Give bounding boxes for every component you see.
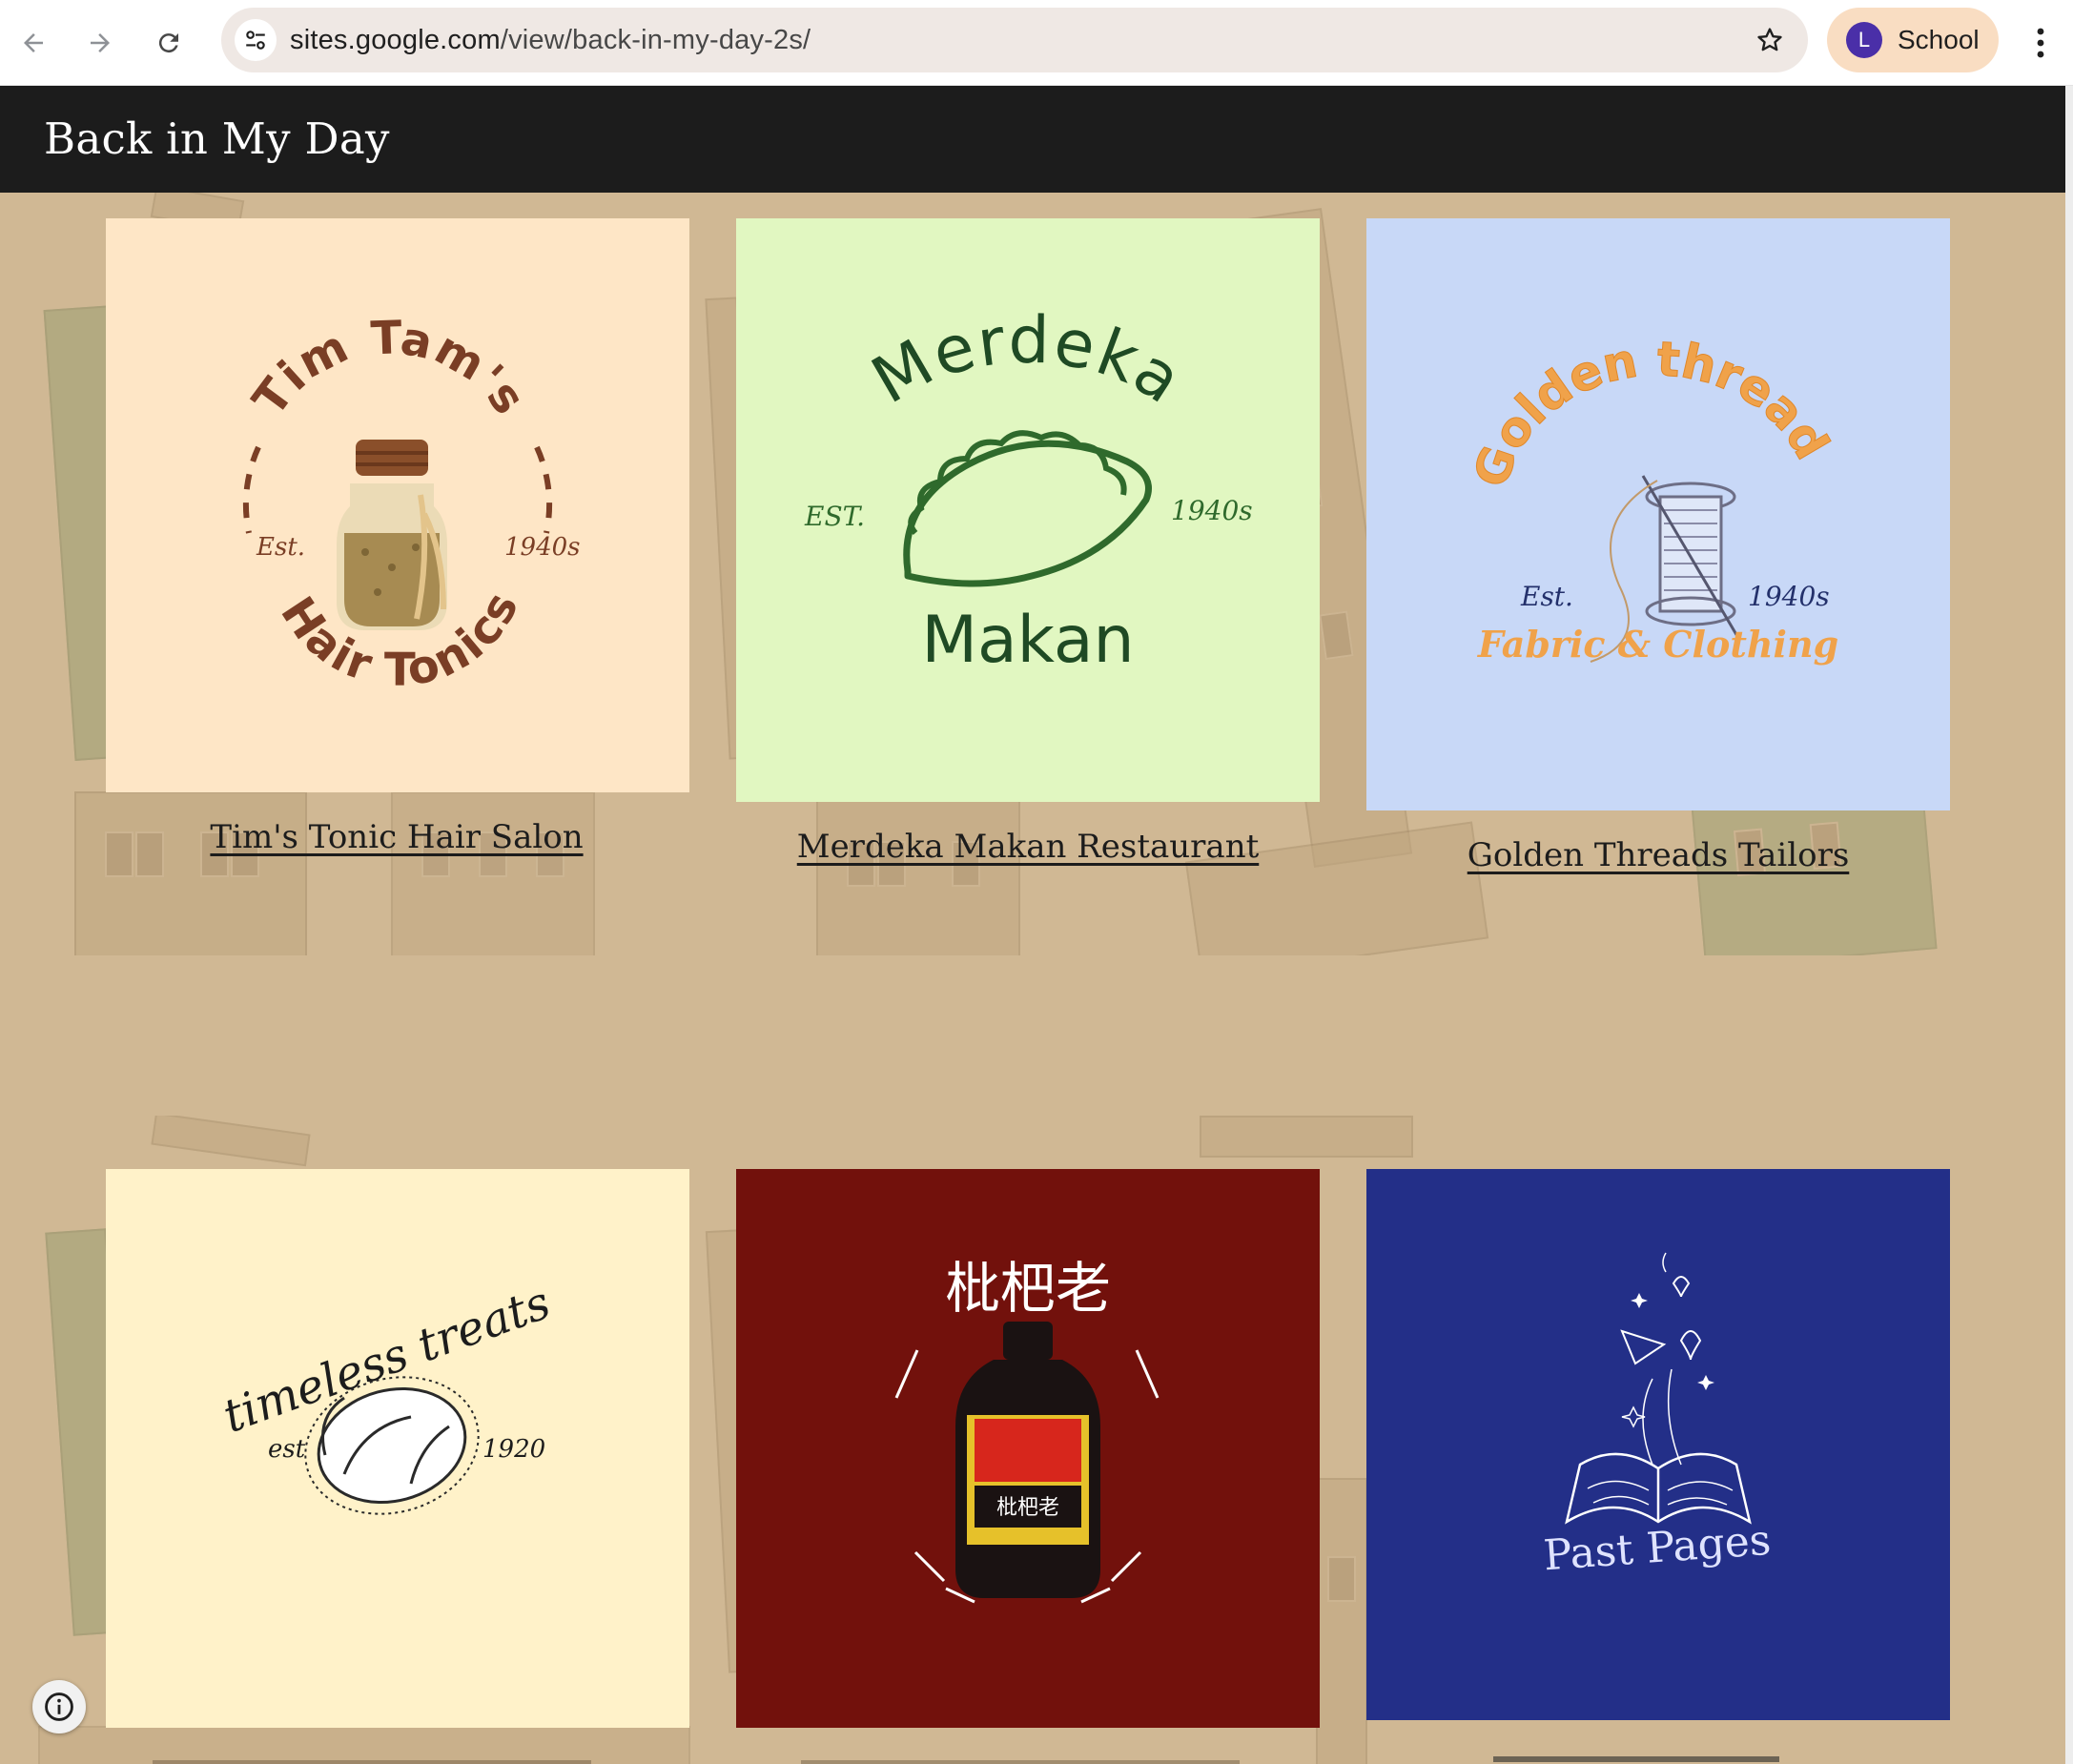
timeless-treats-logo-image[interactable]: timeless treats est 1920 xyxy=(106,1169,689,1728)
cut-off-caption-2[interactable] xyxy=(801,1751,1240,1764)
golden-logo-est: Est. xyxy=(1520,581,1573,612)
card-link-golden-threads[interactable]: Golden Threads Tailors xyxy=(1468,836,1850,874)
merdeka-logo-bottom-text: Makan xyxy=(921,603,1134,678)
timeless-logo-year: 1920 xyxy=(482,1435,545,1464)
bookmark-star-icon[interactable] xyxy=(1749,19,1791,61)
avatar: L xyxy=(1846,22,1882,58)
pei-pa-koa-logo: 枇杷老 枇杷老 xyxy=(736,1169,1320,1728)
back-arrow-icon xyxy=(24,33,43,52)
page-scrollbar[interactable] xyxy=(2065,86,2073,1764)
cut-off-caption-3[interactable] xyxy=(1493,1749,1779,1764)
info-icon xyxy=(45,1692,73,1721)
merdeka-logo-year: 1940s xyxy=(1171,495,1253,526)
merdeka-logo-est: EST. xyxy=(804,501,865,532)
browser-toolbar: sites.google.com/view/back-in-my-day-2s/… xyxy=(0,0,2073,86)
golden-threads-logo: Golden threads Est. 1940s Fabric & Cloth… xyxy=(1366,218,1950,810)
golden-logo-year: 1940s xyxy=(1748,581,1830,612)
site-header: Back in My Day xyxy=(0,86,2065,193)
card-link-merdeka-makan[interactable]: Merdeka Makan Restaurant xyxy=(797,828,1260,866)
card-link-tims-tonic[interactable]: Tim's Tonic Hair Salon xyxy=(210,818,583,856)
timeless-logo-est: est xyxy=(268,1435,306,1464)
site-info-icon[interactable] xyxy=(235,19,277,61)
url-text[interactable]: sites.google.com/view/back-in-my-day-2s/ xyxy=(290,8,811,72)
tims-logo-est: Est. xyxy=(256,533,305,562)
timeless-treats-logo: timeless treats est 1920 xyxy=(106,1169,689,1728)
profile-label: School xyxy=(1898,25,1980,54)
tims-logo-year: 1940s xyxy=(504,533,581,562)
profile-button[interactable]: L School xyxy=(1827,8,1999,72)
back-button[interactable] xyxy=(8,17,59,69)
merdeka-makan-logo: Merdeka Makan EST. 1940s xyxy=(736,218,1320,802)
tims-tonic-logo: Tim Tam's Hair Tonics Est. 1940s xyxy=(106,218,689,792)
peipakoa-bottle-label: 枇杷老 xyxy=(996,1496,1059,1520)
forward-button[interactable] xyxy=(74,17,126,69)
page-info-button[interactable] xyxy=(32,1680,86,1733)
golden-logo-bottom-text: Fabric & Clothing xyxy=(1477,623,1838,666)
pei-pa-koa-logo-image[interactable]: 枇杷老 枇杷老 xyxy=(736,1169,1320,1728)
address-bar[interactable]: sites.google.com/view/back-in-my-day-2s/ xyxy=(221,8,1808,72)
peipakoa-logo-top-text: 枇杷老 xyxy=(945,1256,1111,1321)
reload-button[interactable] xyxy=(143,17,195,69)
past-pages-logo-image[interactable]: Past Pages xyxy=(1366,1169,1950,1720)
past-pages-logo: Past Pages xyxy=(1366,1169,1950,1720)
site-title[interactable]: Back in My Day xyxy=(44,86,390,193)
url-host: sites.google.com xyxy=(290,25,501,55)
url-path: /view/back-in-my-day-2s/ xyxy=(500,25,811,55)
merdeka-makan-logo-image[interactable]: Merdeka Makan EST. 1940s xyxy=(736,218,1320,802)
forward-arrow-icon xyxy=(91,33,110,52)
cut-off-caption-1[interactable] xyxy=(153,1751,591,1764)
reload-icon xyxy=(158,33,178,53)
more-menu-icon[interactable] xyxy=(2020,17,2062,69)
tims-tonic-logo-image[interactable]: Tim Tam's Hair Tonics Est. 1940s xyxy=(106,218,689,792)
golden-threads-logo-image[interactable]: Golden threads Est. 1940s Fabric & Cloth… xyxy=(1366,218,1950,810)
